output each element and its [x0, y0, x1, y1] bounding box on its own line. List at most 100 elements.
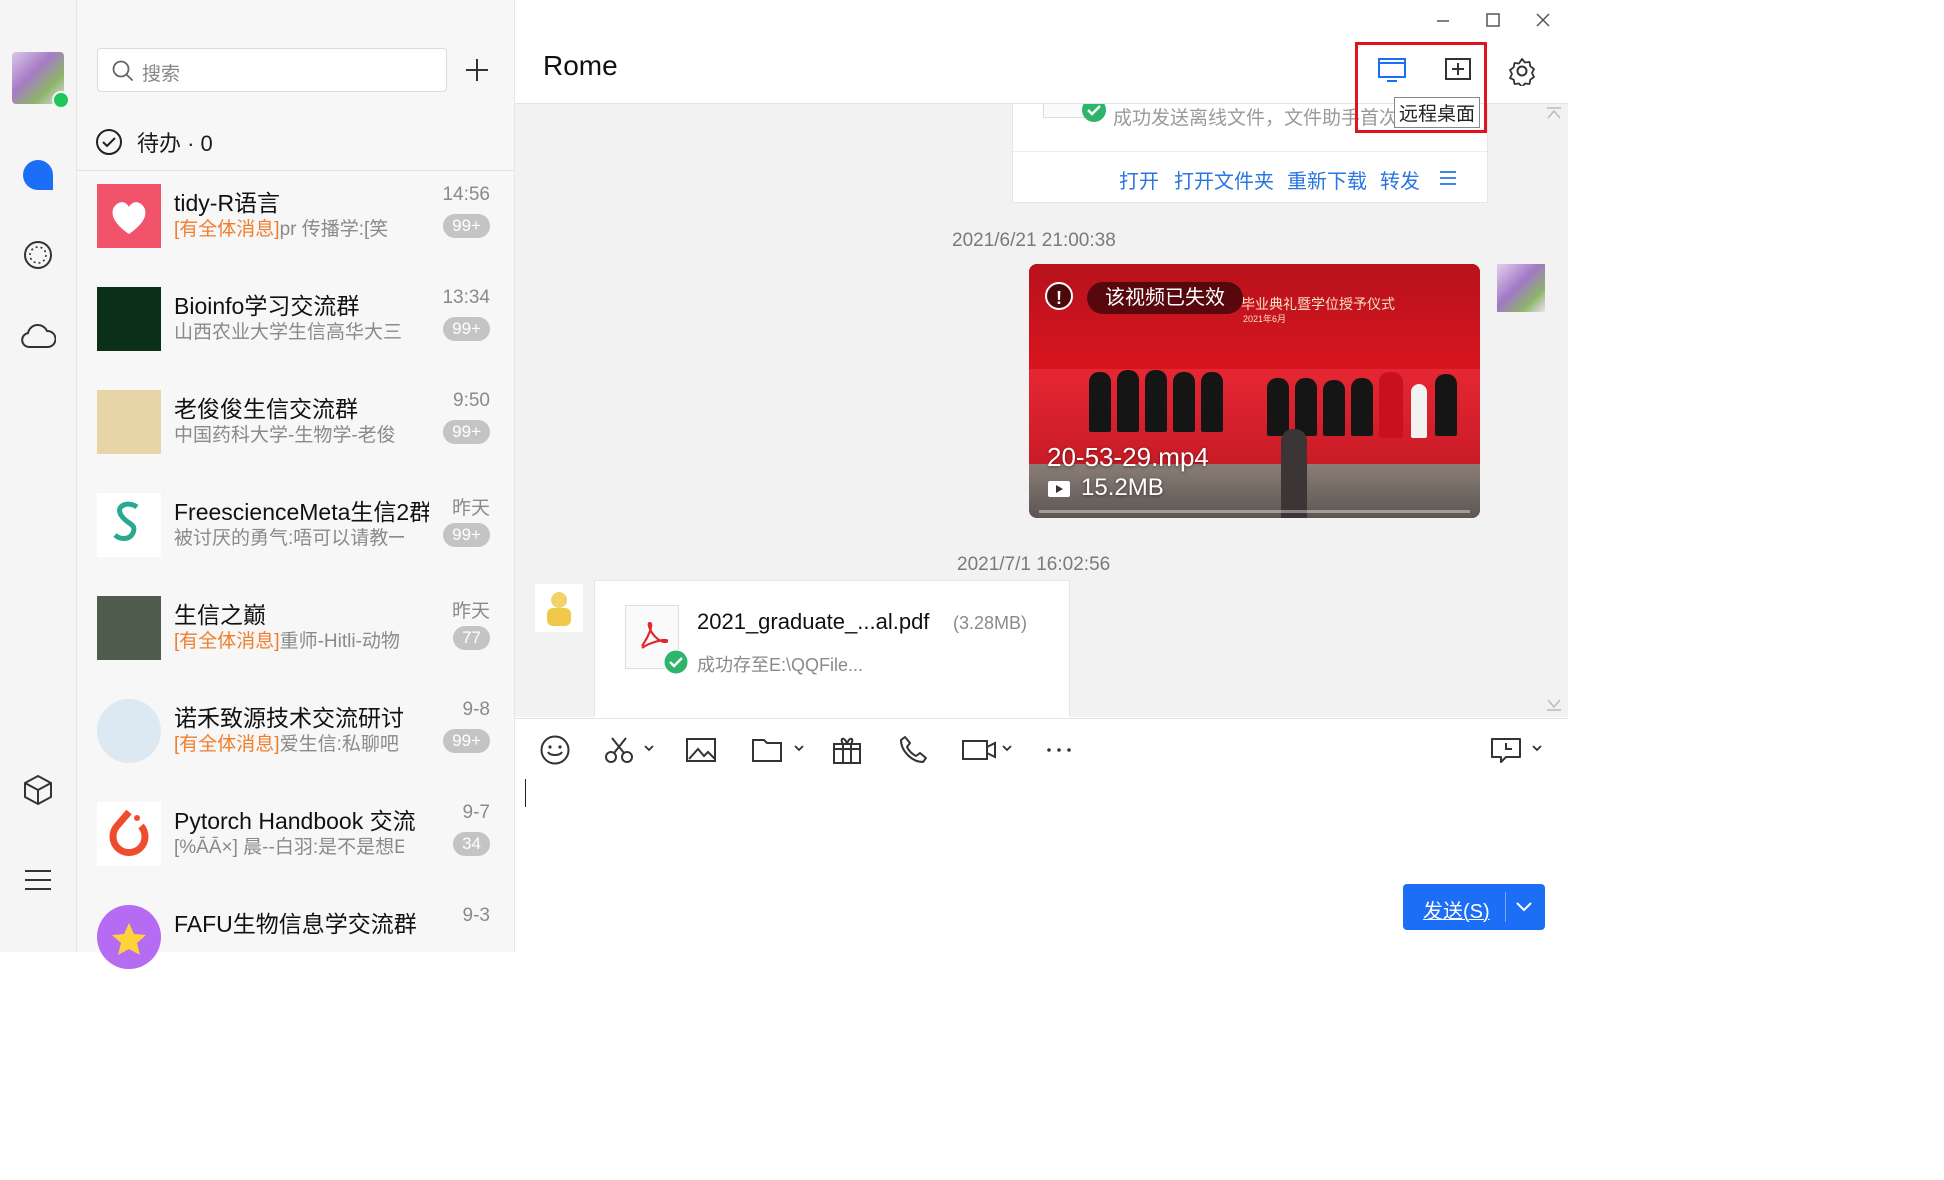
conversation-time: 9:50 — [453, 390, 490, 411]
message-input[interactable] — [515, 779, 1568, 879]
settings-gear-icon[interactable] — [1507, 56, 1537, 86]
video-banner: 毕业典礼暨学位授予仪式 — [1241, 297, 1395, 313]
redownload-link[interactable]: 重新下载 — [1287, 165, 1367, 194]
conversation-item[interactable]: 老俊俊生信交流群 中国药科大学-生物学-老俊 9:50 99+ — [77, 378, 514, 481]
send-button[interactable]: 发送(S) — [1403, 884, 1545, 930]
group-avatar — [97, 390, 161, 454]
clock-icon — [24, 241, 52, 269]
video-filename: 20-53-29.mp4 — [1047, 442, 1209, 472]
pdf-filename: 2021_graduate_...al.pdf — [697, 609, 930, 634]
conversation-name: 老俊俊生信交流群 — [174, 396, 358, 422]
maximize-icon[interactable] — [1481, 10, 1505, 30]
unread-badge: 99+ — [443, 214, 490, 238]
pytorch-flame-icon — [109, 809, 149, 857]
screenshot-scissors-icon[interactable] — [603, 733, 655, 767]
image-icon[interactable] — [685, 733, 717, 767]
heart-icon — [112, 202, 146, 234]
video-call-icon[interactable] — [961, 733, 1015, 767]
conversation-preview: 中国药科大学-生物学-老俊 — [174, 420, 404, 447]
main-menu-button[interactable] — [18, 860, 58, 900]
chat-bubble-icon — [23, 160, 53, 190]
cube-icon — [24, 775, 52, 805]
folder-icon[interactable] — [751, 733, 805, 767]
unread-badge: 34 — [453, 832, 490, 856]
scroll-up-icon[interactable] — [1545, 106, 1563, 120]
acrobat-icon — [641, 621, 668, 649]
messages-nav-button[interactable] — [18, 155, 58, 195]
chat-history-icon[interactable] — [1489, 733, 1545, 767]
chat-title: Rome — [543, 50, 618, 81]
group-avatar — [97, 905, 161, 969]
minimize-icon[interactable] — [1431, 12, 1455, 30]
preview-text: 被讨厌的勇气:唔可以请教一 — [174, 528, 404, 549]
preview-text: [%ĀĀ×] 晨--白羽:是不是想E — [174, 837, 404, 858]
pdf-file-card[interactable]: 2021_graduate_...al.pdf (3.28MB) 成功存至E:\… — [594, 580, 1070, 717]
conversation-item[interactable]: 生信之巅 [有全体消息]重师-Hitli-动物 昨天 77 — [77, 584, 514, 687]
video-message[interactable]: 毕业典礼暨学位授予仪式 2021年6月 该视频已失效 ! 20-53-29.mp… — [1029, 264, 1480, 518]
check-circle-icon — [96, 129, 122, 155]
group-avatar — [97, 287, 161, 351]
preview-text: 中国药科大学-生物学-老俊 — [174, 425, 396, 446]
unread-badge: 99+ — [443, 523, 490, 547]
unread-badge: 99+ — [443, 729, 490, 753]
more-actions-icon[interactable] — [1439, 169, 1457, 187]
conversation-item[interactable]: FreescienceMeta生信2群 被讨厌的勇气:唔可以请教一 昨天 99+ — [77, 481, 514, 584]
tooltip: 远程桌面 — [1394, 97, 1481, 128]
timestamp: 2021/6/21 21:00:38 — [952, 230, 1116, 251]
video-banner-date: 2021年6月 — [1243, 314, 1287, 324]
mention-tag: [有全体消息] — [174, 631, 280, 652]
conversation-time: 9-3 — [462, 905, 490, 926]
star-icon — [112, 923, 146, 955]
send-label: 发送(S) — [1423, 901, 1490, 923]
my-avatar[interactable] — [1497, 264, 1545, 312]
forward-link[interactable]: 转发 — [1380, 165, 1420, 194]
video-progress-track — [1039, 510, 1470, 513]
gift-icon[interactable] — [831, 733, 863, 767]
close-icon[interactable] — [1531, 10, 1555, 30]
conversation-item[interactable]: Pytorch Handbook 交流 [%ĀĀ×] 晨--白羽:是不是想E 9-7… — [77, 790, 514, 893]
more-icon[interactable] — [1043, 733, 1075, 767]
mention-tag: [有全体消息] — [174, 219, 280, 240]
success-check-icon — [663, 649, 689, 675]
conversation-item[interactable]: tidy-R语言 [有全体消息]pr 传播学:[笑 14:56 99+ — [77, 172, 514, 275]
preview-text: 山西农业大学生信高华大三 — [174, 322, 403, 343]
contact-avatar[interactable] — [535, 584, 583, 632]
chevron-down-icon[interactable] — [1513, 898, 1535, 916]
mention-tag: [有全体消息] — [174, 734, 280, 755]
todo-label: 待办 · 0 — [137, 131, 213, 156]
history-nav-button[interactable] — [18, 235, 58, 275]
group-avatar — [97, 184, 161, 248]
group-avatar — [97, 493, 161, 557]
text-cursor — [525, 779, 526, 807]
conversation-time: 9-8 — [462, 699, 490, 720]
group-avatar — [97, 699, 161, 763]
conversation-time: 昨天 — [451, 601, 490, 622]
todo-entry[interactable]: 待办 · 0 — [95, 122, 213, 162]
apps-nav-button[interactable] — [18, 770, 58, 810]
conversation-preview: 被讨厌的勇气:唔可以请教一 — [174, 523, 404, 550]
search-input[interactable]: 搜索 — [97, 48, 447, 92]
cloud-nav-button[interactable] — [18, 316, 58, 356]
online-status-dot — [52, 91, 70, 109]
user-avatar[interactable] — [12, 52, 70, 109]
conversation-preview: [有全体消息]重师-Hitli-动物 — [174, 626, 404, 653]
open-folder-link[interactable]: 打开文件夹 — [1174, 165, 1274, 194]
conversation-list-panel: 搜索 待办 · 0 tidy-R语言 [有全体消息]pr 传播学:[笑 14:56 9… — [77, 0, 515, 969]
play-icon — [1048, 481, 1070, 497]
conversation-item[interactable]: FAFU生物信息学交流群 9-3 — [77, 893, 514, 996]
chat-panel: Rome 成功发送离线文件，文件助手首次 打开 打开文件夹 重新下载 转发 20… — [515, 0, 1568, 952]
conversation-name: Pytorch Handbook 交流 — [174, 808, 416, 834]
expired-pill: 该视频已失效 — [1087, 282, 1243, 314]
search-placeholder: 搜索 — [142, 64, 181, 85]
open-file-link[interactable]: 打开 — [1119, 165, 1159, 194]
conversation-name: Bioinfo学习交流群 — [174, 293, 360, 319]
emoji-icon[interactable] — [539, 733, 571, 767]
add-button[interactable] — [459, 52, 495, 88]
scroll-down-icon[interactable] — [1545, 698, 1563, 712]
conversation-item[interactable]: 诺禾致源技术交流研讨 [有全体消息]爱生信:私聊吧 9-8 99+ — [77, 687, 514, 790]
conversation-time: 9-7 — [462, 802, 490, 823]
pdf-size: (3.28MB) — [953, 613, 1028, 633]
conversation-item[interactable]: Bioinfo学习交流群 山西农业大学生信高华大三 13:34 99+ — [77, 275, 514, 378]
conversation-time: 13:34 — [442, 287, 490, 308]
phone-icon[interactable] — [897, 733, 929, 767]
